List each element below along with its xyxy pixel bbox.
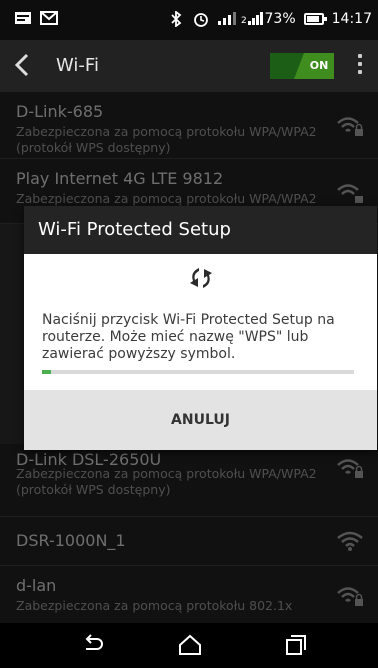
alarm-icon — [193, 11, 209, 27]
overflow-menu-icon[interactable] — [358, 54, 362, 78]
wps-progress-bar — [42, 370, 354, 374]
list-item[interactable]: d-lan Zabezpieczona za pomocą protokołu … — [0, 566, 378, 624]
list-item[interactable]: D-Link-685 Zabezpieczona za pomocą proto… — [0, 92, 378, 159]
gmail-icon — [40, 10, 58, 26]
toggle-on-label: ON — [304, 53, 334, 79]
recent-apps-icon[interactable] — [283, 633, 309, 657]
svg-text:2: 2 — [241, 16, 247, 25]
network-security: Zabezpieczona za pomocą protokołu WPA/WP… — [16, 191, 317, 206]
wifi-locked-icon — [336, 456, 364, 480]
status-bar: 2 73% 14:17 — [0, 0, 378, 40]
clock: 14:17 — [331, 11, 372, 27]
wifi-locked-icon — [336, 584, 364, 608]
battery-percent: 73% — [264, 11, 296, 27]
back-arrow-icon[interactable] — [14, 52, 30, 85]
list-item[interactable]: D-Link DSL-2650U Zabezpieczona za pomocą… — [0, 444, 378, 517]
dialog-message: Naciśnij przycisk Wi-Fi Protected Setup … — [42, 312, 335, 362]
list-item[interactable]: DSR-1000N_1 — [0, 517, 378, 566]
navigation-bar — [0, 623, 378, 668]
signal-2-icon: 2 — [241, 11, 263, 27]
network-name: d-lan — [16, 576, 57, 595]
bluetooth-icon — [169, 10, 185, 28]
dialog-title: Wi-Fi Protected Setup — [24, 206, 377, 254]
network-name: DSR-1000N_1 — [16, 531, 126, 550]
wifi-locked-icon — [336, 181, 364, 205]
wps-progress-fill — [42, 370, 52, 374]
network-name: D-Link-685 — [16, 102, 104, 121]
message-icon — [14, 10, 31, 26]
wifi-icon — [336, 529, 364, 553]
toggle-slant — [294, 53, 304, 79]
app-bar: Wi-Fi ON — [0, 40, 378, 92]
wifi-locked-icon — [336, 114, 364, 138]
back-icon[interactable] — [80, 633, 106, 657]
home-icon[interactable] — [177, 633, 203, 657]
network-security: Zabezpieczona za pomocą protokołu WPA/WP… — [16, 466, 317, 497]
page-title: Wi-Fi — [56, 55, 99, 76]
wps-dialog: Wi-Fi Protected Setup Naciśnij przycisk … — [24, 206, 377, 450]
network-security: Zabezpieczona za pomocą protokołu 802.1x — [16, 598, 293, 613]
network-name: Play Internet 4G LTE 9812 — [16, 169, 224, 188]
signal-icon — [217, 11, 236, 27]
wps-icon — [187, 264, 215, 292]
cancel-button[interactable]: ANULUJ — [24, 390, 377, 450]
battery-icon — [303, 13, 327, 25]
network-security: Zabezpieczona za pomocą protokołu WPA/WP… — [16, 124, 317, 155]
wifi-toggle[interactable]: ON — [270, 53, 334, 79]
